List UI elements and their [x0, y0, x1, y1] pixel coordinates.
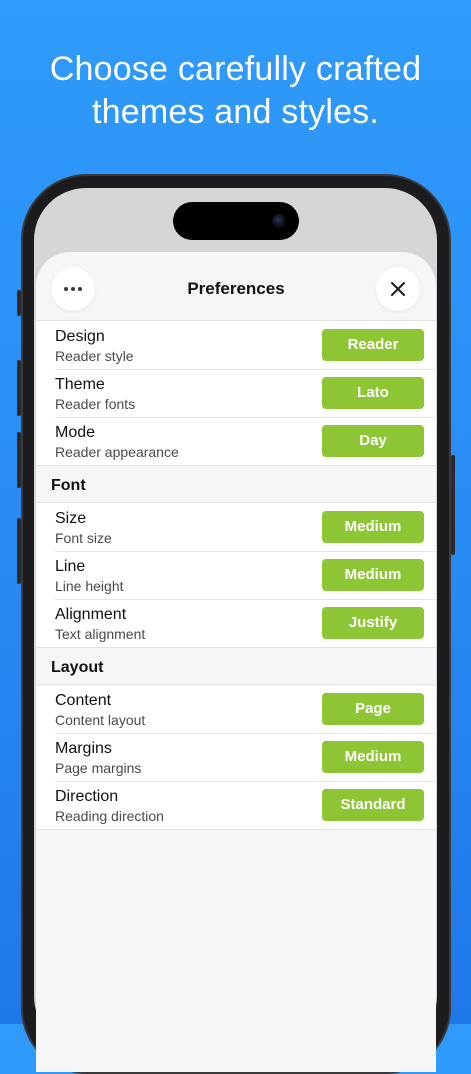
row-title: Content: [55, 692, 112, 709]
row-subtitle: Reader style: [55, 348, 134, 364]
list-item-size[interactable]: Size Font size Medium: [36, 503, 436, 551]
section-header-layout: Layout: [36, 648, 436, 684]
section-title: Layout: [51, 659, 104, 676]
design-value-button[interactable]: Reader: [322, 329, 424, 361]
preferences-list: Design Reader style Reader Theme Reader …: [36, 320, 436, 830]
headline: Choose carefully crafted themes and styl…: [0, 48, 471, 134]
row-subtitle: Line height: [55, 578, 124, 594]
theme-value-button[interactable]: Lato: [322, 377, 424, 409]
line-value-button[interactable]: Medium: [322, 559, 424, 591]
group-layout: Content Content layout Page Margins Page…: [36, 684, 436, 830]
row-title: Size: [55, 510, 87, 527]
row-title: Mode: [55, 424, 96, 441]
row-subtitle: Reader fonts: [55, 396, 136, 412]
row-subtitle: Font size: [55, 530, 112, 546]
list-item-content[interactable]: Content Content layout Page: [36, 685, 436, 733]
power-button: [451, 455, 455, 555]
list-item-mode[interactable]: Mode Reader appearance Day: [36, 417, 436, 465]
close-button[interactable]: [376, 267, 420, 311]
row-title: Margins: [55, 740, 112, 757]
row-title: Design: [55, 328, 105, 345]
direction-value-button[interactable]: Standard: [322, 789, 424, 821]
camera-icon: [272, 214, 286, 228]
size-value-button[interactable]: Medium: [322, 511, 424, 543]
group-font: Size Font size Medium Line Line height M…: [36, 502, 436, 648]
list-item-margins[interactable]: Margins Page margins Medium: [36, 733, 436, 781]
headline-line-2: themes and styles.: [91, 93, 380, 131]
row-subtitle: Content layout: [55, 712, 146, 728]
row-subtitle: Page margins: [55, 760, 142, 776]
row-title: Alignment: [55, 606, 127, 623]
row-title: Theme: [55, 376, 105, 393]
list-item-design[interactable]: Design Reader style Reader: [36, 321, 436, 369]
row-subtitle: Reader appearance: [55, 444, 179, 460]
section-title: Font: [51, 477, 86, 494]
list-item-direction[interactable]: Direction Reading direction Standard: [36, 781, 436, 829]
row-subtitle: Reading direction: [55, 808, 164, 824]
headline-line-1: Choose carefully crafted: [49, 50, 422, 88]
list-item-line[interactable]: Line Line height Medium: [36, 551, 436, 599]
list-item-alignment[interactable]: Alignment Text alignment Justify: [36, 599, 436, 647]
row-title: Direction: [55, 788, 119, 805]
close-icon: [391, 282, 405, 296]
group-general: Design Reader style Reader Theme Reader …: [36, 320, 436, 466]
content-value-button[interactable]: Page: [322, 693, 424, 725]
margins-value-button[interactable]: Medium: [322, 741, 424, 773]
row-subtitle: Text alignment: [55, 626, 146, 642]
list-item-theme[interactable]: Theme Reader fonts Lato: [36, 369, 436, 417]
section-header-font: Font: [36, 466, 436, 502]
alignment-value-button[interactable]: Justify: [322, 607, 424, 639]
row-title: Line: [55, 558, 86, 575]
mode-value-button[interactable]: Day: [322, 425, 424, 457]
